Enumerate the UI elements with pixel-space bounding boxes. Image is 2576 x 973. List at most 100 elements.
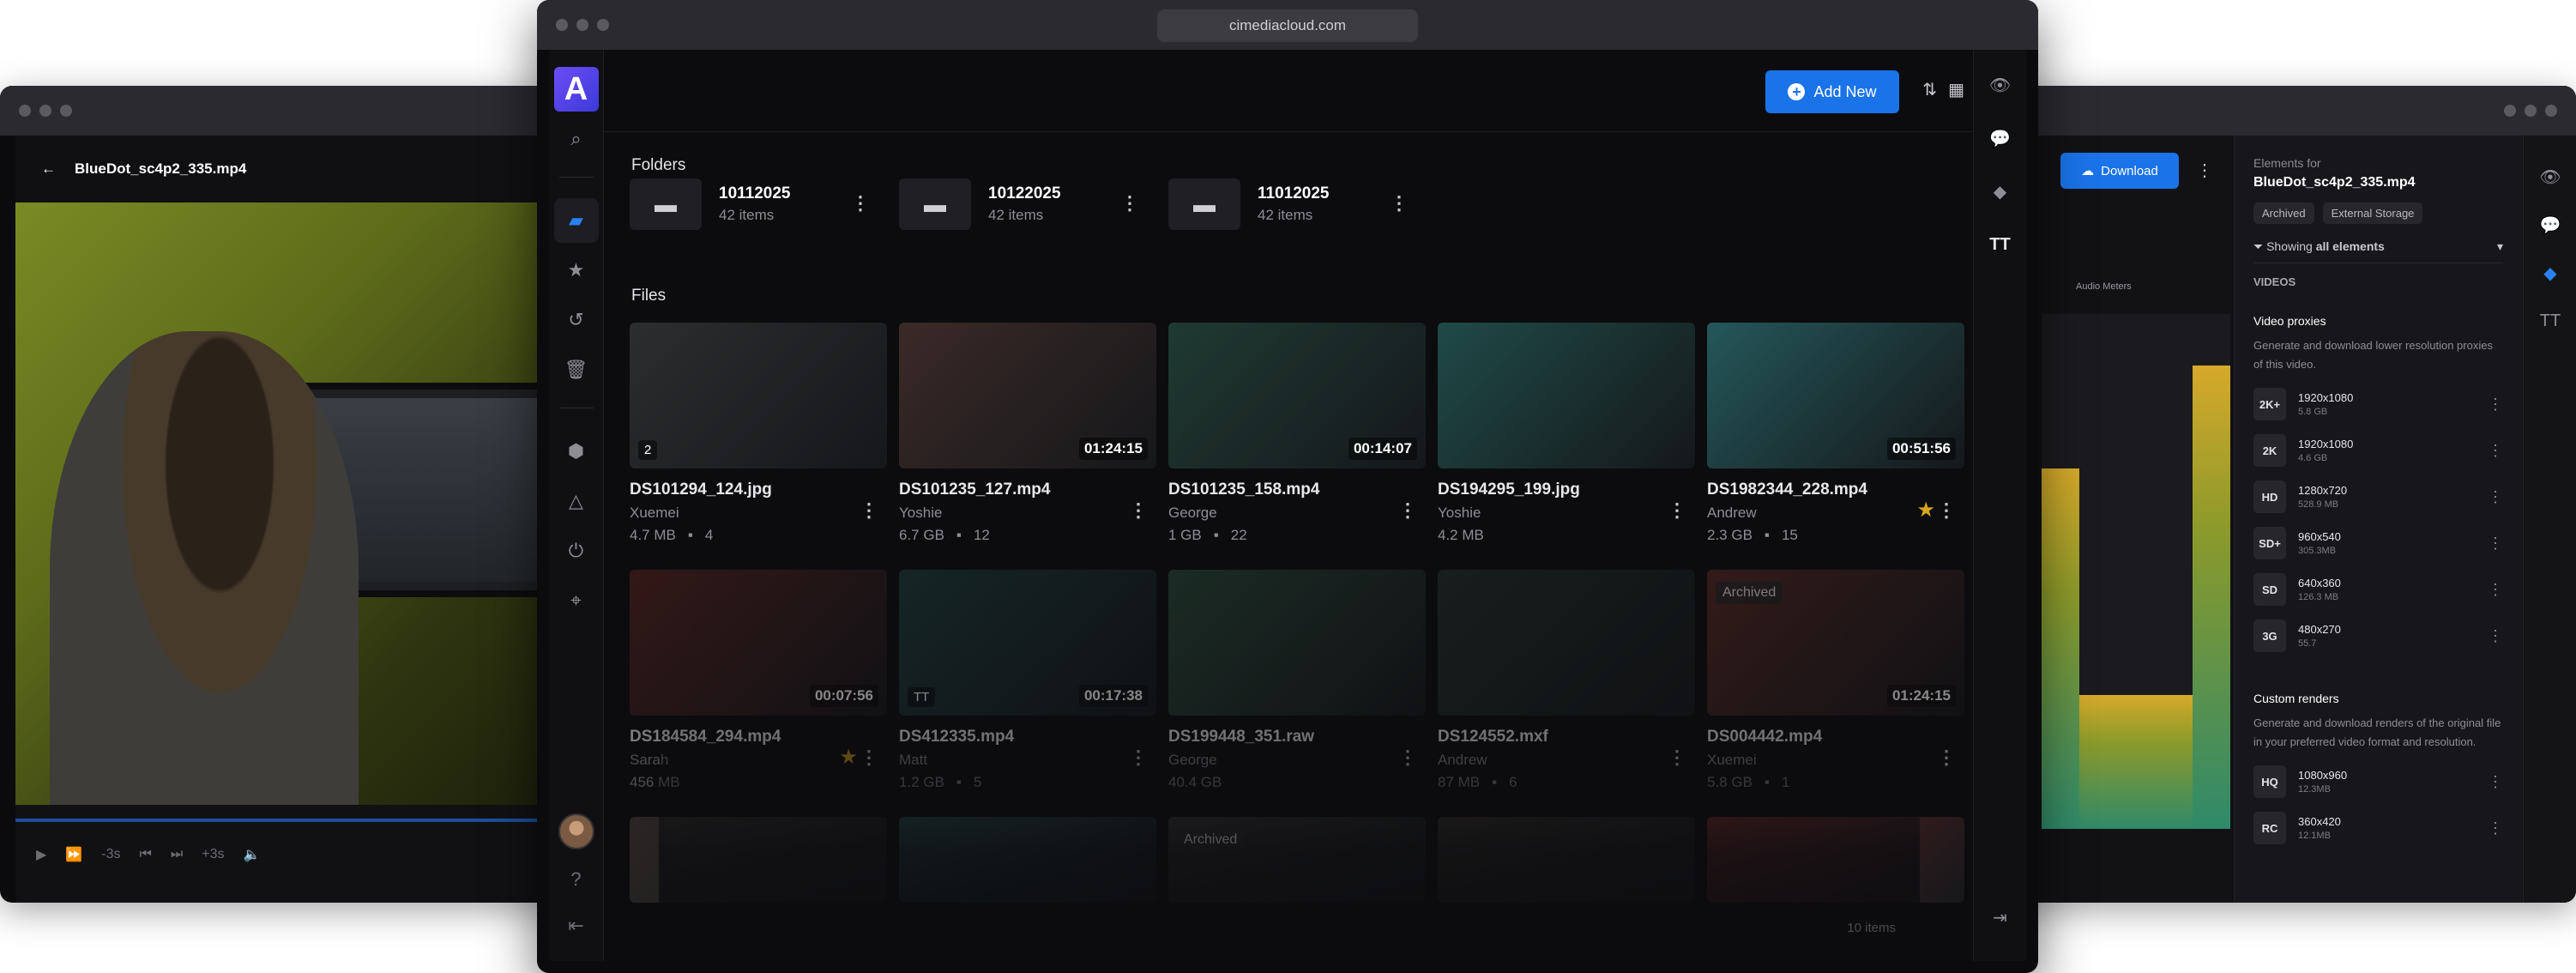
text-icon[interactable]: TT (1974, 218, 2027, 271)
file-thumbnail[interactable] (1707, 817, 1964, 903)
rewind-3s-button[interactable]: -3s (101, 847, 120, 862)
file-tile[interactable]: 01:24:15 Archived DS004442.mp4 Xuemei 5.8 GB… (1707, 570, 1964, 817)
star-icon[interactable]: ★ (554, 248, 599, 293)
collapse-icon[interactable]: ⇤ (568, 915, 583, 937)
star-icon[interactable]: ★ (839, 745, 858, 770)
volume-icon[interactable]: 🔈 (244, 846, 261, 863)
shapes-icon[interactable]: ◆ (2524, 249, 2576, 297)
file-tile[interactable] (1438, 817, 1695, 903)
prev-frame-icon[interactable]: ⏮ (139, 847, 151, 862)
grid-view-icon[interactable]: ▦ (1948, 79, 1964, 100)
file-tile[interactable]: DS199448_351.raw George 40.4 GB ⋮ (1168, 570, 1426, 817)
playback-progress[interactable] (15, 819, 558, 822)
filter-dropdown[interactable]: ⏷ Showing all elements ▾ (2253, 239, 2503, 263)
eye-icon[interactable]: 👁 (2524, 153, 2576, 201)
cloud-icon[interactable]: △ (554, 479, 599, 523)
next-frame-icon[interactable]: ⏭ (171, 847, 183, 862)
sort-icon[interactable]: ⇅ (1922, 79, 1937, 100)
kebab-menu-icon[interactable]: ⋮ (1668, 746, 1686, 769)
kebab-menu-icon[interactable]: ⋮ (2488, 773, 2503, 791)
kebab-menu-icon[interactable]: ⋮ (2488, 819, 2503, 837)
file-thumbnail[interactable]: 00:07:56 (630, 570, 887, 716)
file-thumbnail[interactable]: Archived (1168, 817, 1426, 903)
kebab-menu-icon[interactable]: ⋮ (851, 192, 870, 215)
kebab-menu-icon[interactable]: ⋮ (1937, 499, 1956, 522)
kebab-menu-icon[interactable]: ⋮ (2488, 535, 2503, 553)
file-tile[interactable]: DS124552.mxf Andrew 87 MB ▪ 6 ⋮ (1438, 570, 1695, 817)
file-thumbnail[interactable]: 00:14:07 (1168, 323, 1426, 468)
kebab-menu-icon[interactable]: ⋮ (2488, 627, 2503, 645)
file-thumbnail[interactable]: 01:24:15 (899, 323, 1156, 468)
kebab-menu-icon[interactable]: ⋮ (1129, 746, 1148, 769)
more-options-icon[interactable]: ⋮ (2196, 160, 2213, 181)
file-tile[interactable] (899, 817, 1156, 903)
file-tile[interactable]: 2 DS101294_124.jpg Xuemei 4.7 MB ▪ 4 ⋮ (630, 323, 887, 570)
file-tile[interactable]: Archived (1168, 817, 1426, 903)
file-tile[interactable]: 01:24:15 DS101235_127.mp4 Yoshie 6.7 GB ▪ 12 ⋮ (899, 323, 1156, 570)
kebab-menu-icon[interactable]: ⋮ (860, 746, 878, 769)
video-frame[interactable] (15, 202, 558, 855)
file-thumbnail[interactable] (1438, 817, 1695, 903)
proxy-row[interactable]: 2K 1920x1080 4.6 GB ⋮ (2253, 434, 2503, 467)
help-icon[interactable]: ? (570, 868, 581, 891)
url-bar[interactable]: cimediacloud.com (1157, 9, 1418, 42)
proxy-row[interactable]: RC 360x420 12.1MB ⋮ (2253, 812, 2503, 844)
text-icon[interactable]: TT (2524, 297, 2576, 345)
proxy-row[interactable]: HD 1280x720 528.9 MB ⋮ (2253, 480, 2503, 513)
search-icon[interactable]: ⌕ (554, 117, 599, 161)
back-arrow-icon[interactable]: ← (41, 160, 56, 178)
file-thumbnail[interactable]: 01:24:15 Archived (1707, 570, 1964, 716)
file-tile[interactable]: 00:07:56 DS184584_294.mp4 Sarah 456 MB ★ ⋮ (630, 570, 887, 817)
folder-item[interactable]: ▬ 10122025 42 items ⋮ (899, 177, 1156, 232)
add-new-button[interactable]: + Add New (1765, 70, 1899, 113)
file-thumbnail[interactable] (899, 817, 1156, 903)
kebab-menu-icon[interactable]: ⋮ (1120, 192, 1139, 215)
star-icon[interactable]: ★ (1916, 498, 1935, 523)
kebab-menu-icon[interactable]: ⋮ (2488, 581, 2503, 599)
kebab-menu-icon[interactable]: ⋮ (1937, 746, 1956, 769)
kebab-menu-icon[interactable]: ⋮ (1390, 192, 1409, 215)
proxy-row[interactable]: 3G 480x270 55.7 ⋮ (2253, 619, 2503, 652)
kebab-menu-icon[interactable]: ⋮ (2488, 488, 2503, 506)
forward-3s-button[interactable]: +3s (202, 847, 224, 862)
fast-forward-icon[interactable]: ⏩ (65, 846, 82, 863)
folder-item[interactable]: ▬ 11012025 42 items ⋮ (1168, 177, 1426, 232)
folder-icon[interactable]: ▰ (553, 198, 599, 243)
file-thumbnail[interactable] (1168, 570, 1426, 716)
file-thumbnail[interactable] (1438, 323, 1695, 468)
kebab-menu-icon[interactable]: ⋮ (1398, 499, 1417, 522)
kebab-menu-icon[interactable]: ⋮ (2488, 396, 2503, 414)
file-thumbnail[interactable]: 00:51:56 (1707, 323, 1964, 468)
avatar[interactable] (558, 813, 594, 849)
file-tile[interactable] (630, 817, 887, 903)
download-button[interactable]: ☁ Download (2060, 153, 2179, 189)
proxy-row[interactable]: SD 640x360 126.3 MB ⋮ (2253, 573, 2503, 606)
kebab-menu-icon[interactable]: ⋮ (860, 499, 878, 522)
file-tile[interactable] (1707, 817, 1964, 903)
file-tile[interactable]: 00:17:38 TT DS412335.mp4 Matt 1.2 GB ▪ 5 ⋮ (899, 570, 1156, 817)
comment-icon[interactable]: 💬 (1974, 112, 2027, 165)
eye-icon[interactable]: 👁 (1974, 58, 2027, 112)
app-logo[interactable]: A (553, 67, 599, 112)
file-tile[interactable]: 00:51:56 DS1982344_228.mp4 Andrew 2.3 GB ▪ 15… (1707, 323, 1964, 570)
play-icon[interactable]: ▶ (36, 846, 46, 863)
file-thumbnail[interactable] (630, 817, 887, 903)
kebab-menu-icon[interactable]: ⋮ (2488, 442, 2503, 460)
proxy-row[interactable]: SD+ 960x540 305.3MB ⋮ (2253, 527, 2503, 559)
expand-panel-icon[interactable]: ⇥ (1974, 891, 2027, 944)
kebab-menu-icon[interactable]: ⋮ (1398, 746, 1417, 769)
trash-icon[interactable]: 🗑 (554, 348, 599, 392)
kebab-menu-icon[interactable]: ⋮ (1668, 499, 1686, 522)
proxy-row[interactable]: HQ 1080x960 12.3MB ⋮ (2253, 765, 2503, 798)
package-icon[interactable]: ⬢ (554, 429, 599, 474)
file-tile[interactable]: 00:14:07 DS101235_158.mp4 George 1 GB ▪ 22 ⋮ (1168, 323, 1426, 570)
folder-item[interactable]: ▬ 10112025 42 items ⋮ (630, 177, 887, 232)
kebab-menu-icon[interactable]: ⋮ (1129, 499, 1148, 522)
file-thumbnail[interactable]: 00:17:38 TT (899, 570, 1156, 716)
power-icon[interactable]: ⏻ (554, 529, 599, 573)
file-tile[interactable]: DS194295_199.jpg Yoshie 4.2 MB ⋮ (1438, 323, 1695, 570)
comment-icon[interactable]: 💬 (2524, 201, 2576, 249)
file-thumbnail[interactable] (1438, 570, 1695, 716)
history-icon[interactable]: ↺ (554, 298, 599, 342)
shapes-icon[interactable]: ◆ (1974, 165, 2027, 218)
